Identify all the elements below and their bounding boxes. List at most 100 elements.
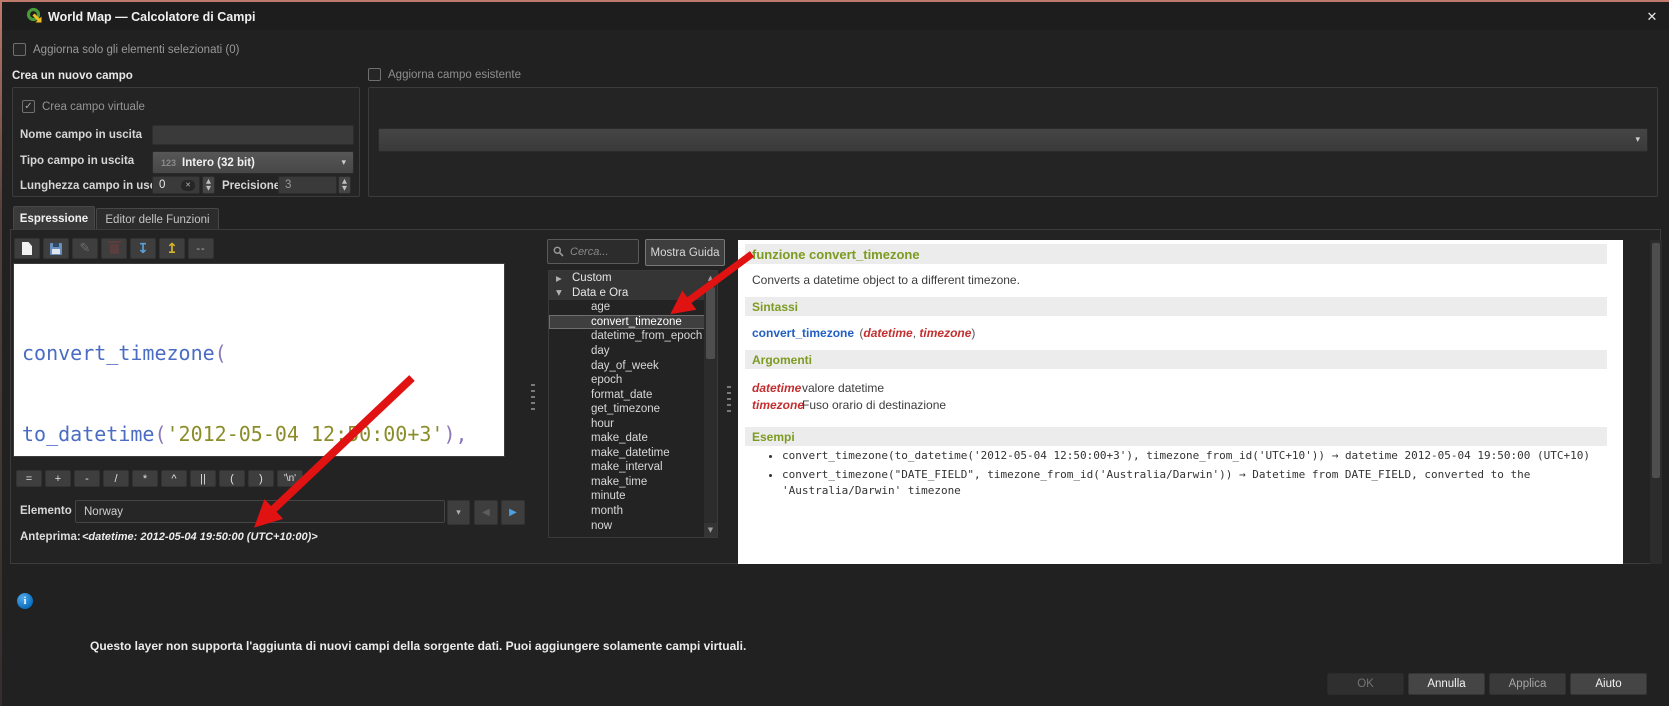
operator-divide-button[interactable]: / xyxy=(103,470,129,487)
precision-stepper[interactable]: ▲ ▼ xyxy=(338,176,351,194)
clear-icon[interactable]: ✕ xyxy=(181,179,195,191)
output-type-value: Intero (32 bit) xyxy=(182,156,255,169)
export-expressions-button[interactable]: ↥ xyxy=(159,238,185,259)
help-title-band: funzione convert_timezone xyxy=(745,244,1607,264)
operator-multiply-button[interactable]: * xyxy=(132,470,158,487)
preview-label: Anteprima: xyxy=(20,531,81,543)
output-length-spinbox[interactable]: 0 ✕ xyxy=(152,176,200,194)
splitter-handle[interactable] xyxy=(727,386,731,416)
next-feature-button[interactable]: ▶ xyxy=(501,500,525,525)
output-length-stepper[interactable]: ▲ ▼ xyxy=(202,176,215,194)
operator-plus-button[interactable]: + xyxy=(45,470,71,487)
tab-label: Editor delle Funzioni xyxy=(105,213,210,226)
help-section-band: Sintassi xyxy=(745,297,1607,316)
section-esempi: Esempi xyxy=(752,429,795,444)
precision-value: 3 xyxy=(285,179,292,191)
operator-equals-button[interactable]: = xyxy=(16,470,42,487)
only-selected-checkbox[interactable] xyxy=(13,43,26,56)
close-icon[interactable]: ✕ xyxy=(1640,7,1664,27)
scrollbar-thumb[interactable] xyxy=(706,287,715,359)
search-icon xyxy=(553,246,564,257)
function-item-make-date[interactable]: make_date xyxy=(549,431,705,446)
help-argument-row: datetime valore datetime xyxy=(752,381,884,395)
function-item-convert-timezone[interactable]: convert_timezone xyxy=(549,314,705,330)
function-item-now[interactable]: now xyxy=(549,518,705,533)
function-label: day xyxy=(591,345,610,357)
spin-down-icon[interactable]: ▼ xyxy=(342,185,347,192)
check-icon: ✓ xyxy=(24,100,33,112)
function-item-minute[interactable]: minute xyxy=(549,489,705,504)
function-item-hour[interactable]: hour xyxy=(549,416,705,431)
feature-combo[interactable]: Norway xyxy=(75,500,445,523)
function-item-make-datetime[interactable]: make_datetime xyxy=(549,446,705,461)
feature-dropdown-button[interactable]: ▾ xyxy=(447,500,470,525)
splitter-handle[interactable] xyxy=(531,384,535,414)
function-item-epoch[interactable]: epoch xyxy=(549,373,705,388)
function-item-make-time[interactable]: make_time xyxy=(549,475,705,490)
function-label: age xyxy=(591,301,611,314)
function-item-day-of-week[interactable]: day_of_week xyxy=(549,358,705,373)
previous-feature-button[interactable]: ◀ xyxy=(474,500,498,525)
function-item-day[interactable]: day xyxy=(549,344,705,359)
function-label: day_of_week xyxy=(591,359,659,372)
expression-editor[interactable]: convert_timezone( to_datetime('2012-05-0… xyxy=(13,263,505,457)
spin-down-icon[interactable]: ▼ xyxy=(206,185,211,192)
apply-button[interactable]: Applica xyxy=(1489,673,1566,695)
new-expression-button[interactable] xyxy=(14,238,40,259)
function-item-month[interactable]: month xyxy=(549,504,705,519)
expand-arrow-icon[interactable]: ▶ xyxy=(556,274,565,283)
existing-field-combo[interactable]: ▾ xyxy=(378,128,1648,152)
update-field-checkbox[interactable] xyxy=(368,68,381,81)
only-selected-row: Aggiorna solo gli elementi selezionati (… xyxy=(13,43,239,56)
scrollbar-thumb[interactable] xyxy=(1652,243,1660,478)
edit-expression-button[interactable]: ✎ xyxy=(72,238,98,259)
function-label: hour xyxy=(591,417,615,430)
delete-expression-button[interactable] xyxy=(101,238,127,259)
save-expression-button[interactable] xyxy=(43,238,69,259)
help-scrollbar[interactable] xyxy=(1650,240,1662,564)
function-label: month xyxy=(591,505,623,518)
operator-concat-button[interactable]: || xyxy=(190,470,216,487)
function-item-make-interval[interactable]: make_interval xyxy=(549,460,705,475)
function-item-format-date[interactable]: format_date xyxy=(549,387,705,402)
collapse-arrow-icon[interactable]: ▼ xyxy=(556,288,565,297)
import-expressions-button[interactable]: ↧ xyxy=(130,238,156,259)
operator-open-paren-button[interactable]: ( xyxy=(219,470,245,487)
scroll-down-icon[interactable]: ▼ xyxy=(704,523,717,537)
section-sintassi: Sintassi xyxy=(752,299,799,314)
dots-icon: -- xyxy=(196,242,206,255)
scroll-up-icon[interactable]: ▲ xyxy=(704,271,717,285)
result-arrow: → xyxy=(1238,467,1246,481)
help-button[interactable]: Aiuto xyxy=(1570,673,1647,695)
precision-spinbox[interactable]: 3 xyxy=(278,176,337,194)
operator-newline-button[interactable]: '\n' xyxy=(277,470,303,487)
output-name-input[interactable] xyxy=(152,125,354,145)
ok-button[interactable]: OK xyxy=(1327,673,1404,695)
function-label: epoch xyxy=(591,374,623,387)
more-options-button[interactable]: -- xyxy=(188,238,214,259)
help-syntax-line: convert_timezone (datetime, timezone) xyxy=(752,326,975,340)
argument-name: timezone xyxy=(752,398,805,412)
function-item-age[interactable]: age xyxy=(549,300,705,315)
previous-arrow-icon: ◀ xyxy=(482,507,490,518)
operator-minus-button[interactable]: - xyxy=(74,470,100,487)
cancel-button[interactable]: Annulla xyxy=(1408,673,1485,695)
show-help-button[interactable]: Mostra Guida xyxy=(645,239,725,266)
search-input[interactable] xyxy=(568,244,633,259)
show-help-label: Mostra Guida xyxy=(650,246,720,259)
example-code: convert_timezone(to_datetime('2012-05-04… xyxy=(782,449,1326,462)
virtual-field-checkbox[interactable]: ✓ xyxy=(22,100,35,113)
tab-editor-funzioni[interactable]: Editor delle Funzioni xyxy=(96,208,219,230)
function-item-datetime-from-epoch[interactable]: datetime_from_epoch xyxy=(549,329,705,344)
function-group-custom[interactable]: ▶ Custom xyxy=(549,271,705,286)
operator-power-button[interactable]: ^ xyxy=(161,470,187,487)
feature-label: Elemento xyxy=(20,505,72,517)
function-list-scrollbar[interactable]: ▲ ▼ xyxy=(704,271,717,537)
tab-espressione[interactable]: Espressione xyxy=(13,206,95,230)
operator-close-paren-button[interactable]: ) xyxy=(248,470,274,487)
function-group-data-e-ora[interactable]: ▼ Data e Ora xyxy=(549,285,705,301)
output-type-combo[interactable]: 123 Intero (32 bit) ▾ xyxy=(152,151,354,174)
function-label: minute xyxy=(591,490,626,503)
function-tree: ▶ Custom ▼ Data e Ora age convert_timezo… xyxy=(549,271,705,533)
function-item-get-timezone[interactable]: get_timezone xyxy=(549,402,705,417)
